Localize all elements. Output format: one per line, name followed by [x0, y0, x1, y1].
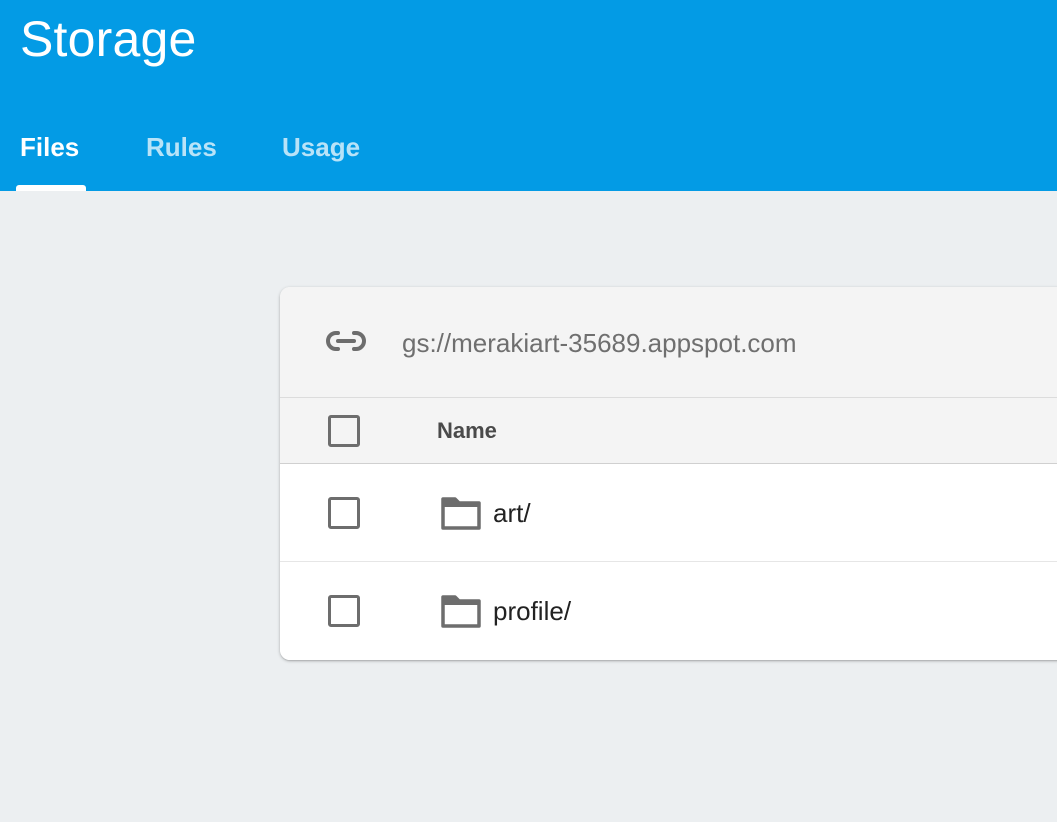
select-all-checkbox[interactable] [328, 415, 360, 447]
bucket-url[interactable]: gs://merakiart-35689.appspot.com [402, 327, 797, 359]
page-title: Storage [20, 11, 197, 67]
folder-icon [440, 495, 482, 531]
bucket-bar: gs://merakiart-35689.appspot.com [280, 287, 1057, 398]
tab-usage[interactable]: Usage [282, 132, 360, 162]
tab-rules[interactable]: Rules [146, 132, 217, 162]
folder-name[interactable]: art/ [493, 497, 531, 529]
app-header: Storage Files Rules Usage [0, 0, 1057, 191]
file-browser-card: gs://merakiart-35689.appspot.com Name ar… [280, 287, 1057, 660]
row-checkbox[interactable] [328, 595, 360, 627]
tab-files[interactable]: Files [20, 132, 79, 162]
folder-icon [440, 593, 482, 629]
column-header-name[interactable]: Name [437, 418, 497, 444]
link-icon[interactable] [324, 329, 368, 353]
table-row[interactable]: art/ [280, 465, 1057, 562]
table-header: Name [280, 398, 1057, 464]
tab-bar: Files Rules Usage [0, 120, 1057, 191]
folder-name[interactable]: profile/ [493, 595, 571, 627]
row-checkbox[interactable] [328, 497, 360, 529]
table-row[interactable]: profile/ [280, 563, 1057, 660]
active-tab-indicator [16, 185, 86, 191]
